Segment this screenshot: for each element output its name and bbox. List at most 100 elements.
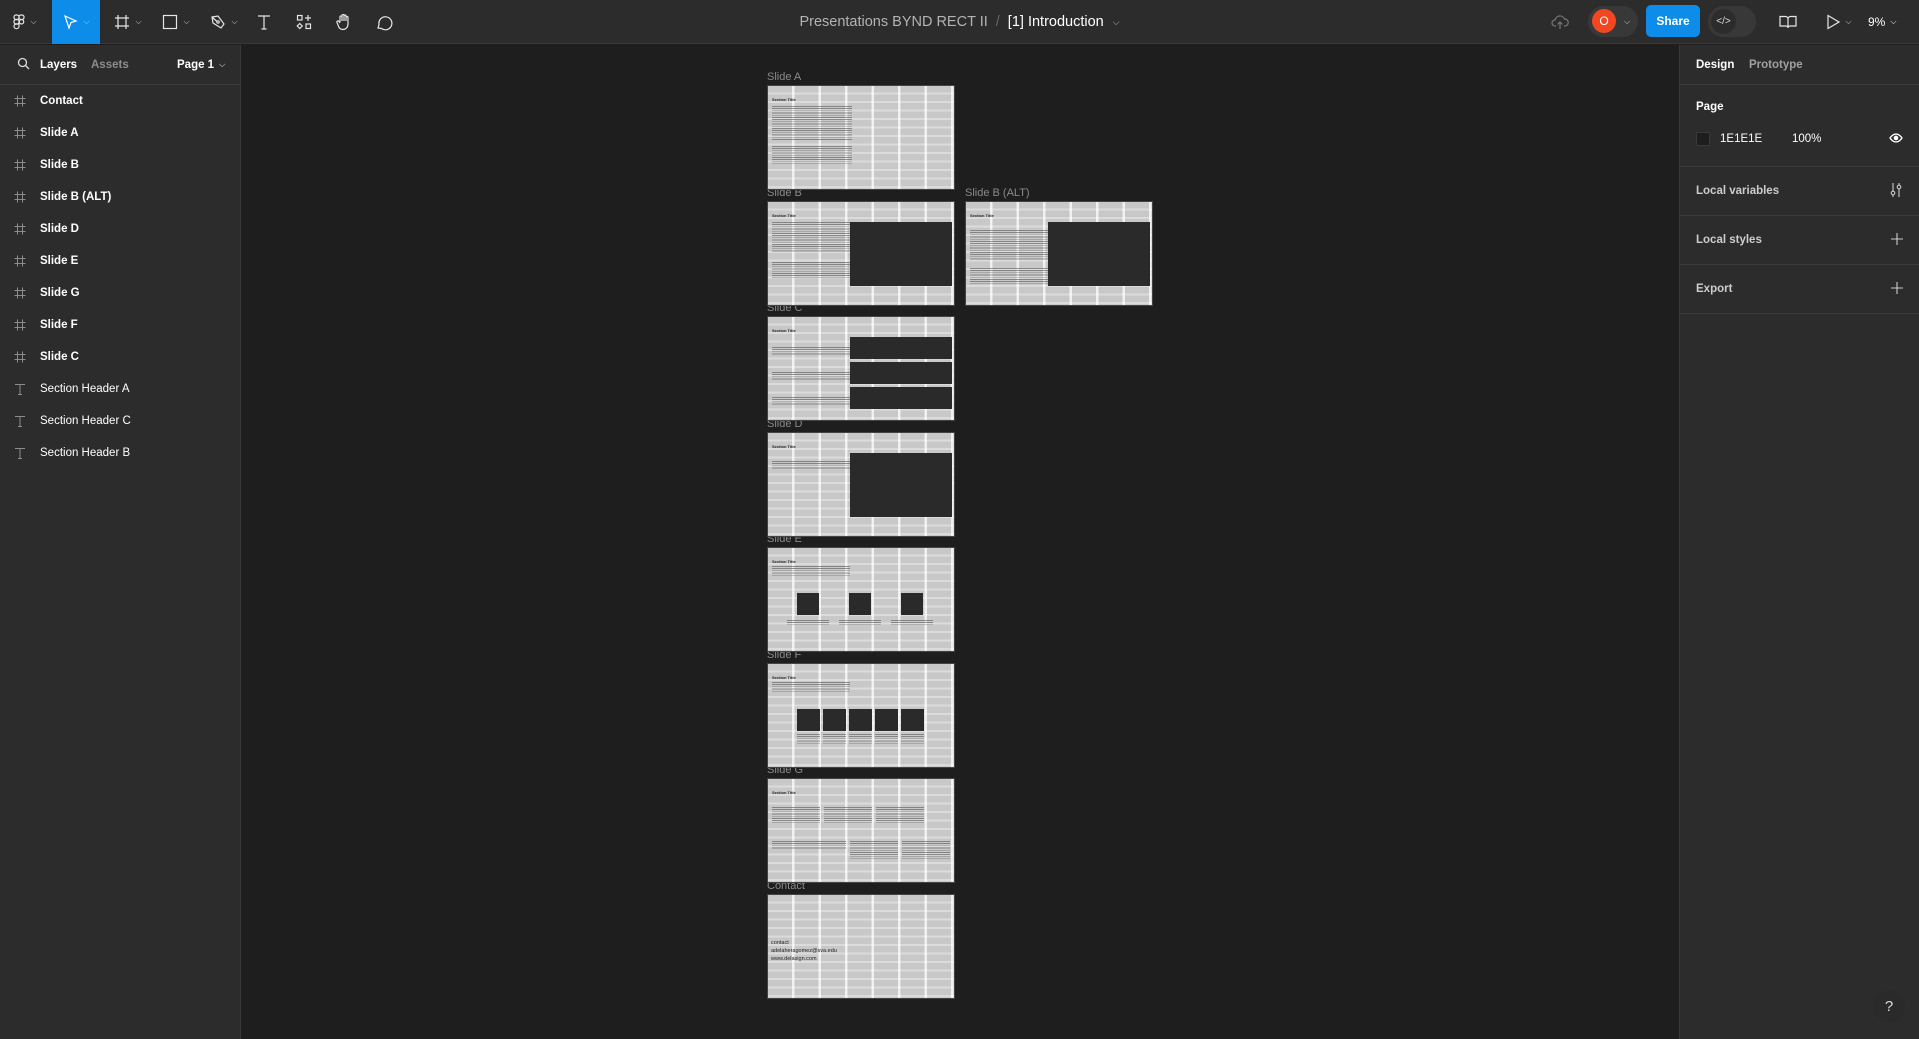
layer-item[interactable]: Contact [0,85,240,117]
contact-line: adelaheragomez@sva.edu [771,947,837,954]
avatar[interactable]: O [1592,9,1616,33]
avatars-dropdown[interactable]: ⌵ [1620,0,1634,44]
body-text-block [902,841,950,859]
search-layers-button[interactable] [17,57,30,75]
body-text-block [772,347,850,355]
main-menu-button[interactable]: ⌵ [8,0,42,44]
color-swatch[interactable] [1696,132,1710,146]
layer-item[interactable]: Slide F [0,309,240,341]
hand-tool-button[interactable] [332,0,356,44]
project-name[interactable]: Presentations BYND RECT II [799,14,987,30]
slide-frame[interactable]: Section Title [767,200,955,306]
move-tool-button[interactable]: ⌵ [52,0,100,44]
save-status-button[interactable] [1548,0,1572,44]
plus-icon [1891,232,1903,245]
image-placeholder [1048,221,1150,286]
body-text-block [772,261,850,278]
tab-assets[interactable]: Assets [91,45,129,85]
chevron-down-icon: ⌵ [135,17,142,26]
canvas[interactable]: Slide A Slide B Slide B (ALT) Slide C Slide … [242,45,1679,1039]
layer-item[interactable]: Slide G [0,277,240,309]
layer-item[interactable]: Section Header C [0,405,240,437]
chevron-down-icon[interactable]: ⌵ [1113,17,1120,28]
image-placeholder [823,708,846,731]
slide-frame[interactable]: Section Title [965,200,1153,306]
layer-item[interactable]: Slide D [0,213,240,245]
visibility-toggle[interactable] [1889,132,1903,146]
pen-tool-button[interactable]: ⌵ [204,0,244,44]
frame-icon [115,15,130,29]
layer-item[interactable]: Slide A [0,117,240,149]
layer-item[interactable]: Slide C [0,341,240,373]
comment-tool-button[interactable] [372,0,396,44]
image-placeholder [901,708,924,731]
file-name[interactable]: [1] Introduction [1008,14,1104,30]
page-selector[interactable]: Page 1 ⌵ [177,45,225,85]
layer-item[interactable]: Section Header B [0,437,240,469]
zoom-dropdown[interactable]: 9% ⌵ [1868,0,1896,44]
add-export-button[interactable] [1891,281,1903,297]
page-color-opacity[interactable]: 100% [1792,133,1821,145]
slide-frame[interactable]: Section Title [767,431,955,537]
text-tool-button[interactable] [252,0,276,44]
image-placeholder [797,593,819,615]
frame-tool-button[interactable]: ⌵ [108,0,148,44]
slide-frame[interactable]: Section Title [767,662,955,768]
image-placeholder [850,452,952,517]
page-background-row: 1E1E1E 100% [1696,127,1903,151]
layer-item[interactable]: Slide B [0,149,240,181]
caption-text [891,620,933,626]
variables-button[interactable] [1889,182,1903,201]
page-color-hex[interactable]: 1E1E1E [1720,133,1792,145]
resources-icon [296,14,312,30]
caption-text [787,620,829,626]
export-title[interactable]: Export [1696,283,1732,295]
present-button[interactable]: ⌵ [1822,0,1856,44]
chevron-down-icon: ⌵ [1890,17,1897,26]
shape-tool-button[interactable]: ⌵ [156,0,196,44]
body-text-block [970,267,1048,284]
tab-design[interactable]: Design [1696,45,1734,85]
local-variables-title[interactable]: Local variables [1696,185,1779,197]
layer-label: Slide E [40,255,79,267]
dev-mode-toggle[interactable]: </> [1708,6,1756,37]
tab-prototype[interactable]: Prototype [1749,45,1803,85]
layer-item[interactable]: Slide E [0,245,240,277]
chevron-down-icon: ⌵ [83,17,90,26]
share-button[interactable]: Share [1646,5,1700,37]
play-icon [1827,14,1841,30]
resources-tool-button[interactable] [292,0,316,44]
library-button[interactable] [1776,0,1800,44]
layer-item[interactable]: Slide B (ALT) [0,181,240,213]
local-styles-title[interactable]: Local styles [1696,234,1762,246]
slide-frame[interactable]: Section Title [767,778,955,883]
help-button[interactable]: ? [1873,990,1905,1022]
slide-section-title: Section Title [772,212,796,218]
slide-frame[interactable]: Section Title [767,547,955,652]
local-styles-section: Local styles [1680,216,1919,265]
slide-frame[interactable]: Section Title [767,316,955,421]
caption-text [823,733,846,744]
body-text-block [772,221,850,252]
add-style-button[interactable] [1891,232,1903,248]
eye-icon [1889,132,1903,143]
slide-frame[interactable]: contact adelaheragomez@sva.edu www.delasig… [767,893,955,999]
chevron-down-icon: ⌵ [1845,17,1852,26]
contact-info: contact adelaheragomez@sva.edu www.delasig… [771,939,837,963]
slide-frame[interactable]: Section Title [767,85,955,190]
local-styles-row: Local styles [1696,216,1903,264]
layer-item[interactable]: Section Header A [0,373,240,405]
sliders-icon [1890,182,1902,197]
layer-label: Slide B (ALT) [40,191,112,203]
body-text-block [772,841,846,849]
book-icon [1779,15,1797,29]
layer-label: Slide B [40,159,79,171]
tab-layers[interactable]: Layers [40,45,77,85]
frame-label[interactable]: Slide A [767,71,801,83]
search-icon [17,57,30,70]
slide-section-title: Section Title [772,328,796,333]
layer-label: Slide A [40,127,79,139]
caption-text [797,733,820,744]
image-placeholder [849,593,871,615]
frame-label[interactable]: Slide B (ALT) [965,187,1030,199]
